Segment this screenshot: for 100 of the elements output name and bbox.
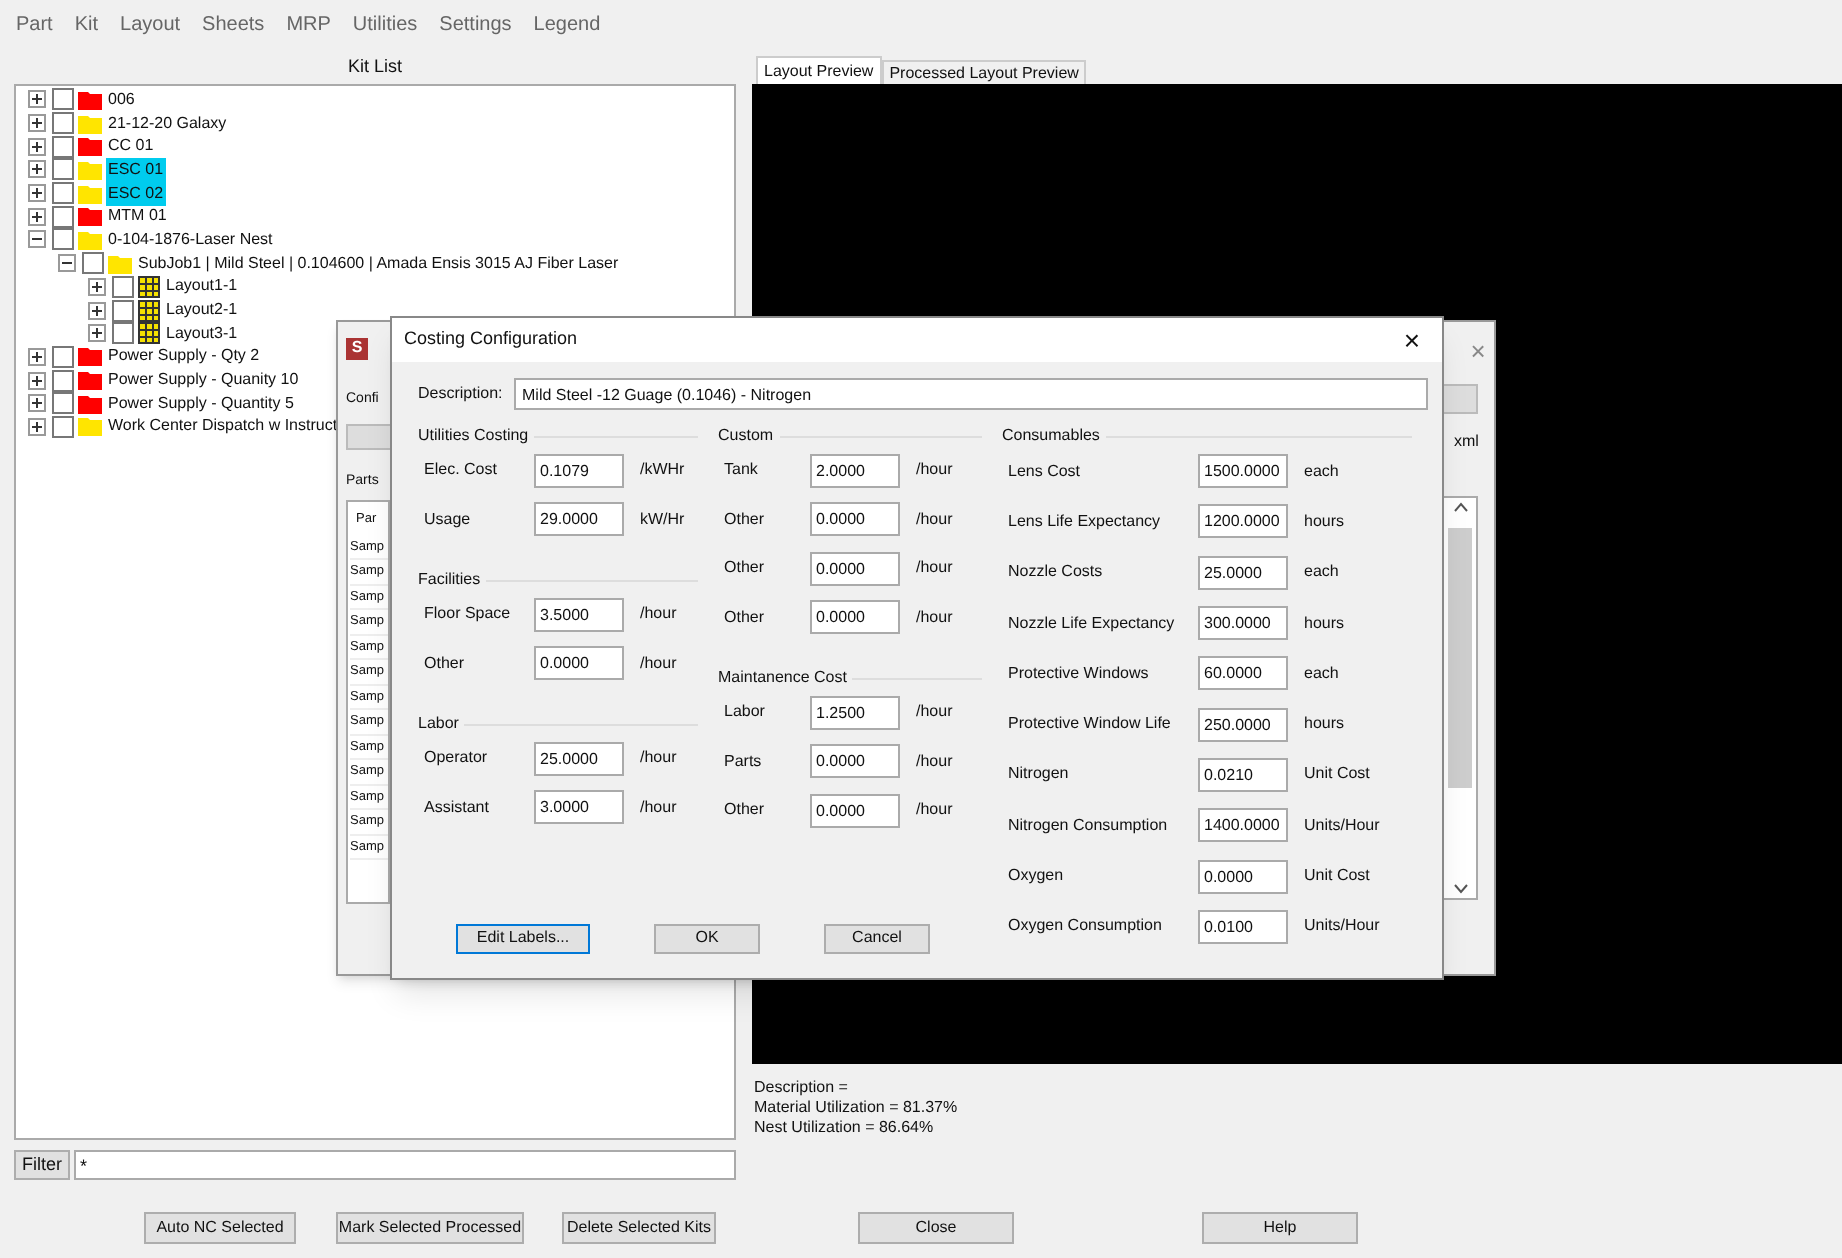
action-button[interactable]: Close [858,1212,1014,1244]
checkbox[interactable] [52,182,74,205]
menu-item[interactable]: Kit [74,10,99,40]
number-field[interactable]: 3.5000 [534,597,624,632]
tree-item[interactable]: ESC 02 [106,181,166,206]
number-field[interactable]: 2.0000 [810,453,900,488]
collapse-icon[interactable] [28,230,46,249]
number-field[interactable]: 250.0000 [1198,707,1288,742]
unit-label: hours [1304,611,1345,636]
number-field[interactable]: 0.0100 [1198,909,1288,944]
checkbox[interactable] [52,135,74,158]
tree-item[interactable]: 21-12-20 Galaxy [106,111,229,136]
number-field[interactable]: 0.0000 [810,502,900,537]
number-field[interactable]: 1.2500 [810,695,900,730]
number-field[interactable]: 60.0000 [1198,656,1288,691]
menu-item[interactable]: Part [16,10,53,40]
menu-item[interactable]: Legend [533,10,601,40]
tree-item[interactable]: SubJob1 | Mild Steel | 0.104600 | Amada Ensis 3015 AJ Fiber Laser [136,251,621,276]
action-button[interactable]: Help [1202,1212,1358,1244]
field-label: Tank [722,458,760,483]
tree-item[interactable]: MTM 01 [106,204,169,229]
menu-item[interactable]: Settings [439,10,512,40]
close-button[interactable]: × [1394,326,1430,354]
expand-icon[interactable] [88,324,106,343]
dialog-button[interactable]: Cancel [824,923,930,953]
field-label: Other [722,507,767,532]
number-field[interactable]: 29.0000 [534,502,624,537]
menu-item[interactable]: MRP [286,10,331,40]
number-field[interactable]: 0.0000 [810,551,900,586]
action-button[interactable]: Delete Selected Kits [562,1212,716,1244]
checkbox[interactable] [52,415,74,438]
number-field[interactable]: 0.0000 [810,793,900,828]
tree-item[interactable]: ESC 01 [106,157,166,182]
expand-icon[interactable] [28,347,46,366]
number-field[interactable]: 0.0000 [810,744,900,779]
checkbox[interactable] [112,322,134,345]
expand-icon[interactable] [28,207,46,226]
checkbox[interactable] [52,112,74,135]
tab[interactable]: Processed Layout Preview [881,60,1087,84]
number-field[interactable]: 25.0000 [534,741,624,776]
checkbox[interactable] [52,228,74,251]
number-field[interactable]: 1500.0000 [1198,454,1288,489]
menu-item[interactable]: Sheets [202,10,265,40]
checkbox[interactable] [112,299,134,322]
tree-item[interactable]: Layout2-1 [164,298,240,323]
checkbox[interactable] [82,252,104,275]
unit-label: /hour [916,556,953,581]
expand-icon[interactable] [28,417,46,436]
expand-icon[interactable] [88,301,106,320]
expand-icon[interactable] [88,277,106,296]
tree-item[interactable]: Work Center Dispatch w Instruct [106,414,340,439]
scroll-bar[interactable] [1442,496,1478,900]
checkbox[interactable] [52,158,74,181]
number-field[interactable]: 25.0000 [1198,555,1288,590]
checkbox[interactable] [52,369,74,392]
unit-label: /hour [916,507,953,532]
number-field[interactable]: 1200.0000 [1198,504,1288,539]
tree-item[interactable]: 006 [106,87,137,112]
tab[interactable]: Layout Preview [756,56,882,84]
tree-item[interactable]: Layout1-1 [164,274,240,299]
checkbox[interactable] [52,392,74,415]
file-field[interactable] [1442,384,1478,414]
checkbox[interactable] [52,345,74,368]
unit-label: /hour [640,795,677,820]
action-button[interactable]: Mark Selected Processed [336,1212,524,1244]
description-field[interactable]: Mild Steel -12 Guage (0.1046) - Nitrogen [514,378,1428,410]
expand-icon[interactable] [28,114,46,133]
dialog-button[interactable]: OK [654,923,760,953]
expand-icon[interactable] [28,371,46,390]
number-field[interactable]: 3.0000 [534,790,624,825]
unit-label: /hour [916,700,953,725]
tree-item[interactable]: Layout3-1 [164,321,240,346]
action-button[interactable]: Auto NC Selected [144,1212,296,1244]
collapse-icon[interactable] [58,254,76,273]
tree-item[interactable]: CC 01 [106,134,156,159]
filter-button[interactable]: Filter [14,1150,70,1180]
expand-icon[interactable] [28,160,46,179]
number-field[interactable]: 0.1079 [534,453,624,488]
checkbox[interactable] [52,88,74,111]
number-field[interactable]: 1400.0000 [1198,808,1288,843]
number-field[interactable]: 0.0000 [810,600,900,635]
tree-item[interactable]: 0-104-1876-Laser Nest [106,227,275,252]
checkbox[interactable] [112,275,134,298]
expand-icon[interactable] [28,184,46,203]
expand-icon[interactable] [28,394,46,413]
tree-item[interactable]: Power Supply - Quanity 10 [106,368,301,393]
menu-item[interactable]: Utilities [352,10,418,40]
unit-label: /hour [916,749,953,774]
number-field[interactable]: 0.0000 [534,646,624,681]
expand-icon[interactable] [28,137,46,156]
filter-field[interactable]: * [74,1150,736,1180]
number-field[interactable]: 300.0000 [1198,606,1288,641]
dialog-button[interactable]: Edit Labels... [456,923,590,953]
checkbox[interactable] [52,205,74,228]
tree-item[interactable]: Power Supply - Qty 2 [106,344,262,369]
number-field[interactable]: 0.0000 [1198,859,1288,894]
menu-item[interactable]: Layout [120,10,181,40]
number-field[interactable]: 0.0210 [1198,757,1288,792]
tree-item[interactable]: Power Supply - Quantity 5 [106,391,296,416]
expand-icon[interactable] [28,90,46,109]
